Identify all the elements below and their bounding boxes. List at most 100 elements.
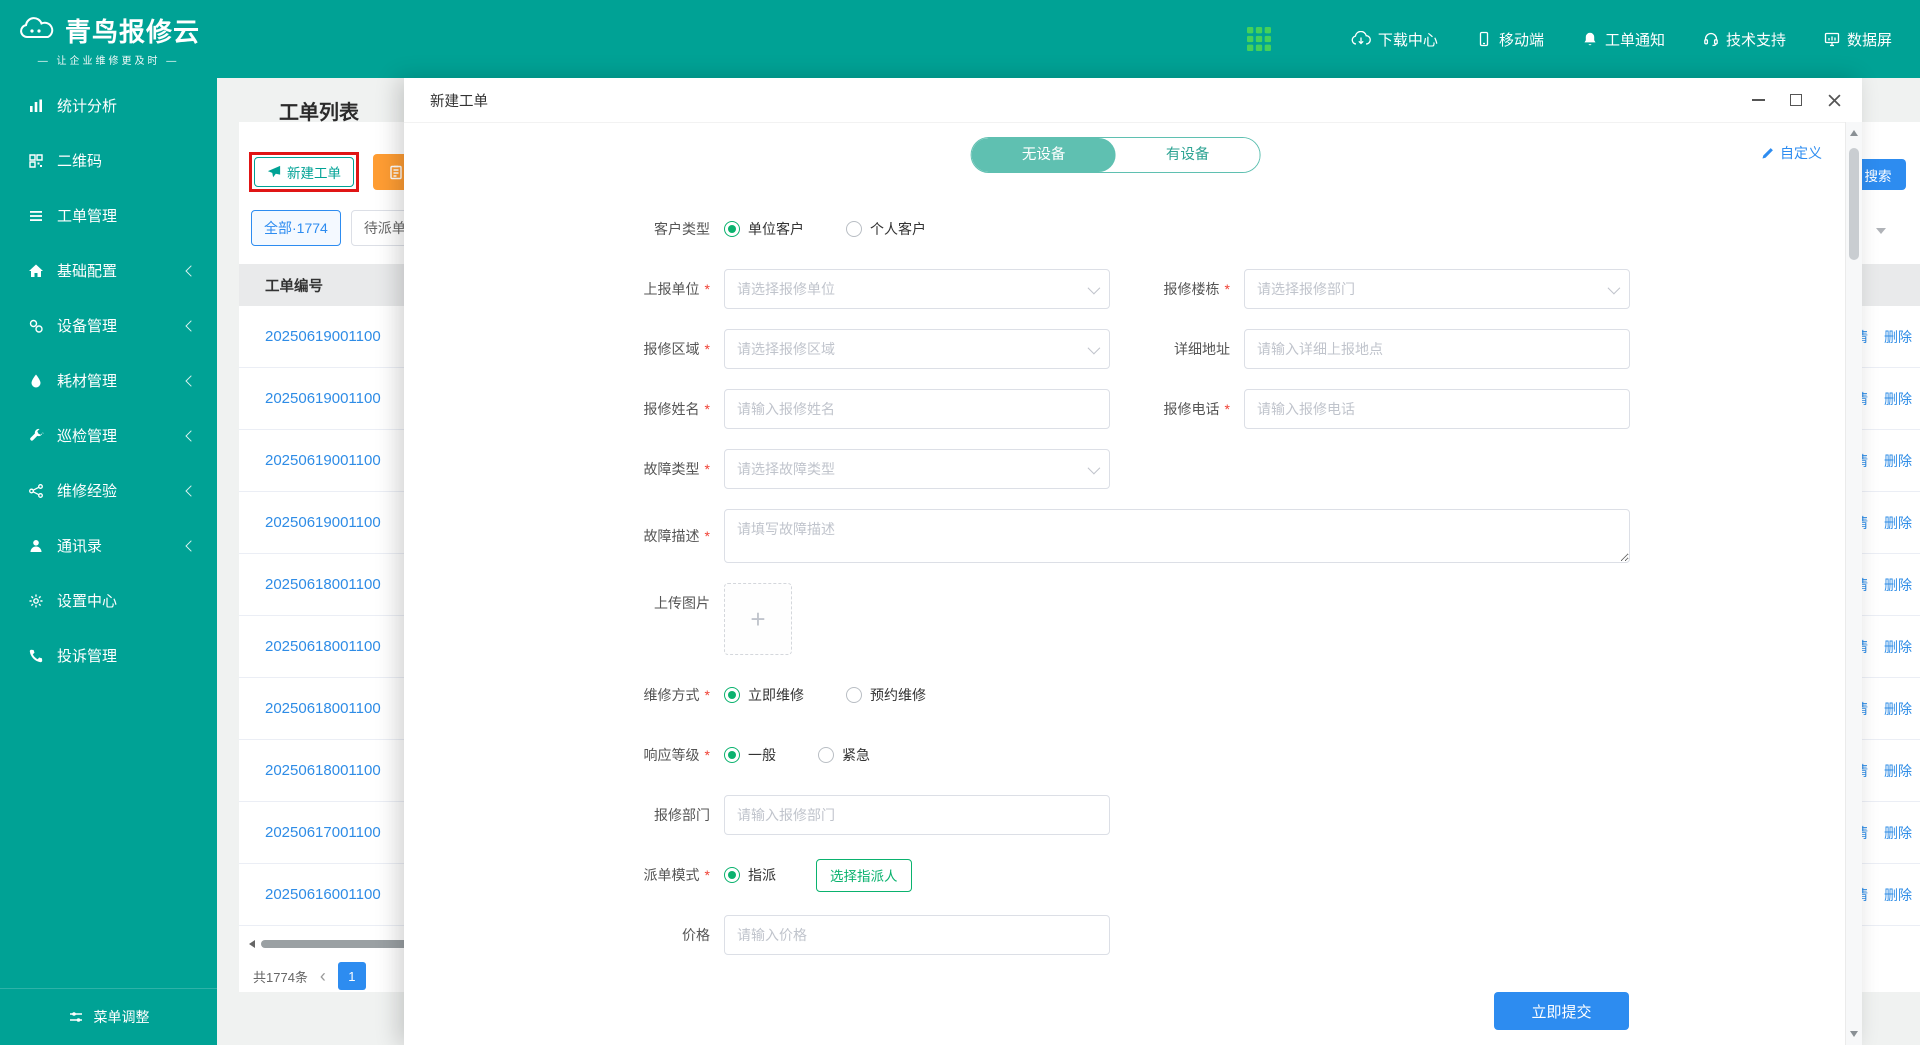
delete-link[interactable]: 删除	[1884, 885, 1912, 905]
delete-link[interactable]: 删除	[1884, 451, 1912, 471]
radio-checked-icon	[724, 221, 740, 237]
pagination-page-1[interactable]: 1	[337, 962, 366, 990]
address-input[interactable]	[1244, 329, 1630, 369]
tab-all[interactable]: 全部·1774	[251, 210, 341, 246]
sidebar-item-contacts[interactable]: 通讯录	[0, 518, 217, 573]
order-number-link[interactable]: 20250618001100	[265, 700, 381, 717]
app-logo[interactable]: 青鸟报修云 — 让企业维修更及时 —	[0, 12, 217, 67]
fault-type-select[interactable]: 请选择故障类型	[724, 449, 1110, 489]
sidebar-item-complaints[interactable]: 投诉管理	[0, 628, 217, 683]
apps-grid-icon[interactable]	[1246, 27, 1271, 51]
order-number-link[interactable]: 20250619001100	[265, 328, 381, 345]
nav-mobile[interactable]: 移动端	[1476, 29, 1544, 50]
filter-caret-icon[interactable]	[1876, 228, 1886, 234]
chevron-left-icon	[185, 374, 197, 387]
delete-link[interactable]: 删除	[1884, 761, 1912, 781]
scroll-left-icon[interactable]	[249, 940, 255, 948]
inspection-icon	[28, 428, 44, 444]
sidebar-menu-adjust[interactable]: 菜单调整	[0, 988, 217, 1045]
tab-with-device[interactable]: 有设备	[1115, 138, 1260, 172]
nav-label: 移动端	[1498, 31, 1544, 49]
customer-type-radios: 单位客户 个人客户	[724, 219, 1630, 239]
order-number-link[interactable]: 20250619001100	[265, 514, 381, 531]
row-price: 价格	[404, 915, 1862, 955]
delete-link[interactable]: 删除	[1884, 823, 1912, 843]
report-unit-select[interactable]: 请选择报修单位	[724, 269, 1110, 309]
customize-link[interactable]: 自定义	[1761, 143, 1822, 163]
area-select[interactable]: 请选择报修区域	[724, 329, 1110, 369]
radio-checked-icon	[724, 867, 740, 883]
radio-label: 立即维修	[748, 687, 804, 703]
chevron-down-icon	[1087, 461, 1101, 474]
nav-download-center[interactable]: 下载中心	[1351, 29, 1438, 50]
nav-data-screen[interactable]: 数据屏	[1824, 29, 1892, 50]
sidebar-item-device-manage[interactable]: 设备管理	[0, 298, 217, 353]
close-icon[interactable]	[1826, 92, 1842, 108]
minimize-icon[interactable]	[1750, 92, 1766, 108]
maximize-icon[interactable]	[1788, 92, 1804, 108]
building-label: 报修楼栋 *	[1163, 281, 1230, 297]
sidebar-item-label: 工单管理	[57, 208, 118, 225]
nav-work-order-notify[interactable]: 工单通知	[1582, 29, 1665, 50]
nav-label: 数据屏	[1846, 31, 1892, 49]
upload-image-button[interactable]: +	[724, 583, 792, 655]
sidebar-item-qrcode[interactable]: 二维码	[0, 133, 217, 188]
logo-cloud-icon	[17, 17, 57, 43]
reporter-phone-input[interactable]	[1244, 389, 1630, 429]
sidebar-item-consumables[interactable]: 耗材管理	[0, 353, 217, 408]
sidebar-item-experience[interactable]: 维修经验	[0, 463, 217, 518]
delete-link[interactable]: 删除	[1884, 699, 1912, 719]
radio-priority-normal[interactable]: 一般	[724, 745, 776, 765]
order-number-link[interactable]: 20250619001100	[265, 390, 381, 407]
modal-vertical-scrollbar[interactable]	[1845, 122, 1862, 1045]
radio-unit-customer[interactable]: 单位客户	[724, 219, 804, 239]
department-input[interactable]	[724, 795, 1110, 835]
radio-scheduled-repair[interactable]: 预约维修	[846, 685, 926, 705]
clipboard-icon	[388, 164, 404, 180]
order-number-link[interactable]: 20250618001100	[265, 576, 381, 593]
chevron-left-icon	[185, 319, 197, 332]
sidebar-item-settings[interactable]: 设置中心	[0, 573, 217, 628]
building-select[interactable]: 请选择报修部门	[1244, 269, 1630, 309]
nav-tech-support[interactable]: 技术支持	[1703, 29, 1786, 50]
pagination-prev[interactable]: ‹	[320, 966, 326, 987]
order-number-link[interactable]: 20250616001100	[265, 886, 381, 903]
order-number-link[interactable]: 20250618001100	[265, 762, 381, 779]
sidebar-item-work-orders[interactable]: 工单管理	[0, 188, 217, 243]
tab-no-device[interactable]: 无设备	[971, 138, 1116, 172]
delete-link[interactable]: 删除	[1884, 327, 1912, 347]
radio-assign[interactable]: 指派	[724, 865, 776, 885]
qrcode-icon	[28, 153, 44, 169]
delete-link[interactable]: 删除	[1884, 575, 1912, 595]
priority-label: 响应等级 *	[643, 747, 710, 763]
price-input[interactable]	[724, 915, 1110, 955]
sidebar-item-base-config[interactable]: 基础配置	[0, 243, 217, 298]
chevron-left-icon	[185, 429, 197, 442]
row-dispatch-mode: 派单模式 * 指派 选择指派人	[404, 855, 1862, 895]
scroll-down-icon[interactable]	[1850, 1031, 1858, 1037]
delete-link[interactable]: 删除	[1884, 389, 1912, 409]
submit-button[interactable]: 立即提交	[1494, 992, 1629, 1030]
row-department: 报修部门	[404, 795, 1862, 835]
row-customer-type: 客户类型 单位客户 个人客户	[404, 209, 1862, 249]
delete-link[interactable]: 删除	[1884, 637, 1912, 657]
reporter-name-input[interactable]	[724, 389, 1110, 429]
vertical-scroll-thumb[interactable]	[1849, 148, 1859, 260]
radio-personal-customer[interactable]: 个人客户	[846, 219, 926, 239]
delete-link[interactable]: 删除	[1884, 513, 1912, 533]
order-number-link[interactable]: 20250619001100	[265, 452, 381, 469]
radio-label: 一般	[748, 747, 776, 763]
sidebar-item-stats[interactable]: 统计分析	[0, 78, 217, 133]
scroll-up-icon[interactable]	[1850, 130, 1858, 136]
sidebar-item-inspection[interactable]: 巡检管理	[0, 408, 217, 463]
order-number-link[interactable]: 20250618001100	[265, 638, 381, 655]
radio-priority-urgent[interactable]: 紧急	[818, 745, 870, 765]
customize-label: 自定义	[1780, 145, 1822, 161]
order-number-link[interactable]: 20250617001100	[265, 824, 381, 841]
new-order-button[interactable]: 新建工单	[254, 157, 354, 187]
radio-immediate-repair[interactable]: 立即维修	[724, 685, 804, 705]
data-screen-icon	[1824, 31, 1840, 47]
fault-desc-textarea[interactable]	[724, 509, 1630, 563]
choose-assignee-button[interactable]: 选择指派人	[816, 858, 912, 892]
device-toggle-row: 无设备 有设备 自定义	[404, 137, 1862, 185]
